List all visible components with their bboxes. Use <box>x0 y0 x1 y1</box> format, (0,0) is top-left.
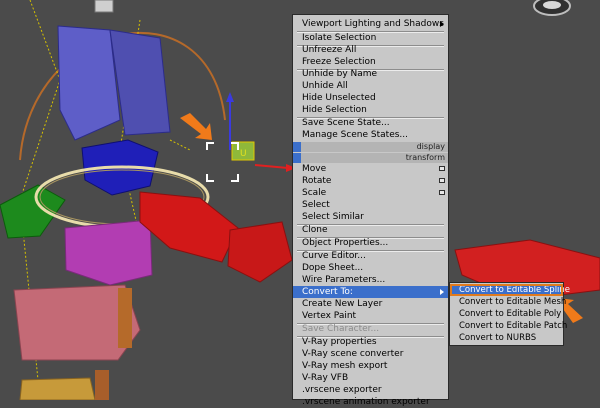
options-box-icon[interactable] <box>439 190 445 195</box>
svg-text:U: U <box>240 149 247 159</box>
menu-item-vrscene-animation-exporter[interactable]: .vrscene animation exporter <box>293 396 448 408</box>
menu-item-vray-properties[interactable]: V-Ray properties <box>293 336 448 348</box>
menu-item-scale[interactable]: Scale <box>293 187 448 199</box>
menu-item-unfreeze-all[interactable]: Unfreeze All <box>293 44 448 56</box>
menu-item-object-properties[interactable]: Object Properties... <box>293 237 448 249</box>
quadrant-marker <box>293 142 301 152</box>
menu-item-manage-scene-states[interactable]: Manage Scene States... <box>293 129 448 141</box>
menu-item-wire-parameters[interactable]: Wire Parameters... <box>293 274 448 286</box>
submenu-item-editable-poly[interactable]: Convert to Editable Poly <box>450 308 563 320</box>
menu-item-dope-sheet[interactable]: Dope Sheet... <box>293 262 448 274</box>
menu-item-vray-scene-converter[interactable]: V-Ray scene converter <box>293 348 448 360</box>
menu-item-rotate[interactable]: Rotate <box>293 175 448 187</box>
object-blue-top <box>57 25 121 141</box>
submenu-arrow-icon <box>440 289 444 295</box>
menu-item-vertex-paint[interactable]: Vertex Paint <box>293 310 448 322</box>
convert-to-submenu: Convert to Editable Spline Convert to Ed… <box>449 282 570 346</box>
submenu-item-editable-patch[interactable]: Convert to Editable Patch <box>450 320 567 332</box>
options-box-icon[interactable] <box>439 178 445 183</box>
menu-item-create-new-layer[interactable]: Create New Layer <box>293 298 448 310</box>
menu-item-unhide-by-name[interactable]: Unhide by Name <box>293 68 448 80</box>
submenu-item-nurbs[interactable]: Convert to NURBS <box>450 332 563 344</box>
menu-item-convert-to[interactable]: Convert To: <box>293 286 448 298</box>
quadrant-label-transform: transform <box>293 153 448 163</box>
menu-item-unhide-all[interactable]: Unhide All <box>293 80 448 92</box>
menu-item-vray-mesh-export[interactable]: V-Ray mesh export <box>293 360 448 372</box>
menu-item-vrscene-exporter[interactable]: .vrscene exporter <box>293 384 448 396</box>
menu-item-hide-unselected[interactable]: Hide Unselected <box>293 92 448 104</box>
menu-item-freeze-selection[interactable]: Freeze Selection <box>293 56 448 68</box>
menu-item-isolate-selection[interactable]: Isolate Selection <box>293 32 448 44</box>
menu-item-viewport-lighting[interactable]: Viewport Lighting and Shadows <box>293 18 448 30</box>
menu-item-save-character: Save Character... <box>302 324 380 334</box>
menu-item-curve-editor[interactable]: Curve Editor... <box>293 250 448 262</box>
object-orange <box>19 377 96 400</box>
submenu-item-editable-mesh[interactable]: Convert to Editable Mesh <box>450 296 566 308</box>
camera-icon <box>533 0 571 16</box>
quadrant-label-display: display <box>293 142 448 152</box>
options-box-icon[interactable] <box>439 166 445 171</box>
quadrant-marker <box>293 153 301 163</box>
menu-item-select[interactable]: Select <box>293 199 448 211</box>
submenu-arrow-icon <box>440 21 444 27</box>
quad-menu: Viewport Lighting and Shadows Isolate Se… <box>292 14 449 407</box>
menu-item-save-scene-state[interactable]: Save Scene State... <box>293 117 448 129</box>
submenu-item-editable-spline[interactable]: Convert to Editable Spline <box>450 284 570 296</box>
menu-item-move[interactable]: Move <box>293 163 448 175</box>
menu-item-select-similar[interactable]: Select Similar <box>293 211 448 223</box>
menu-item-hide-selection[interactable]: Hide Selection <box>293 104 448 116</box>
menu-item-vray-vfb[interactable]: V-Ray VFB <box>293 372 448 384</box>
menu-item-clone[interactable]: Clone <box>293 224 448 236</box>
